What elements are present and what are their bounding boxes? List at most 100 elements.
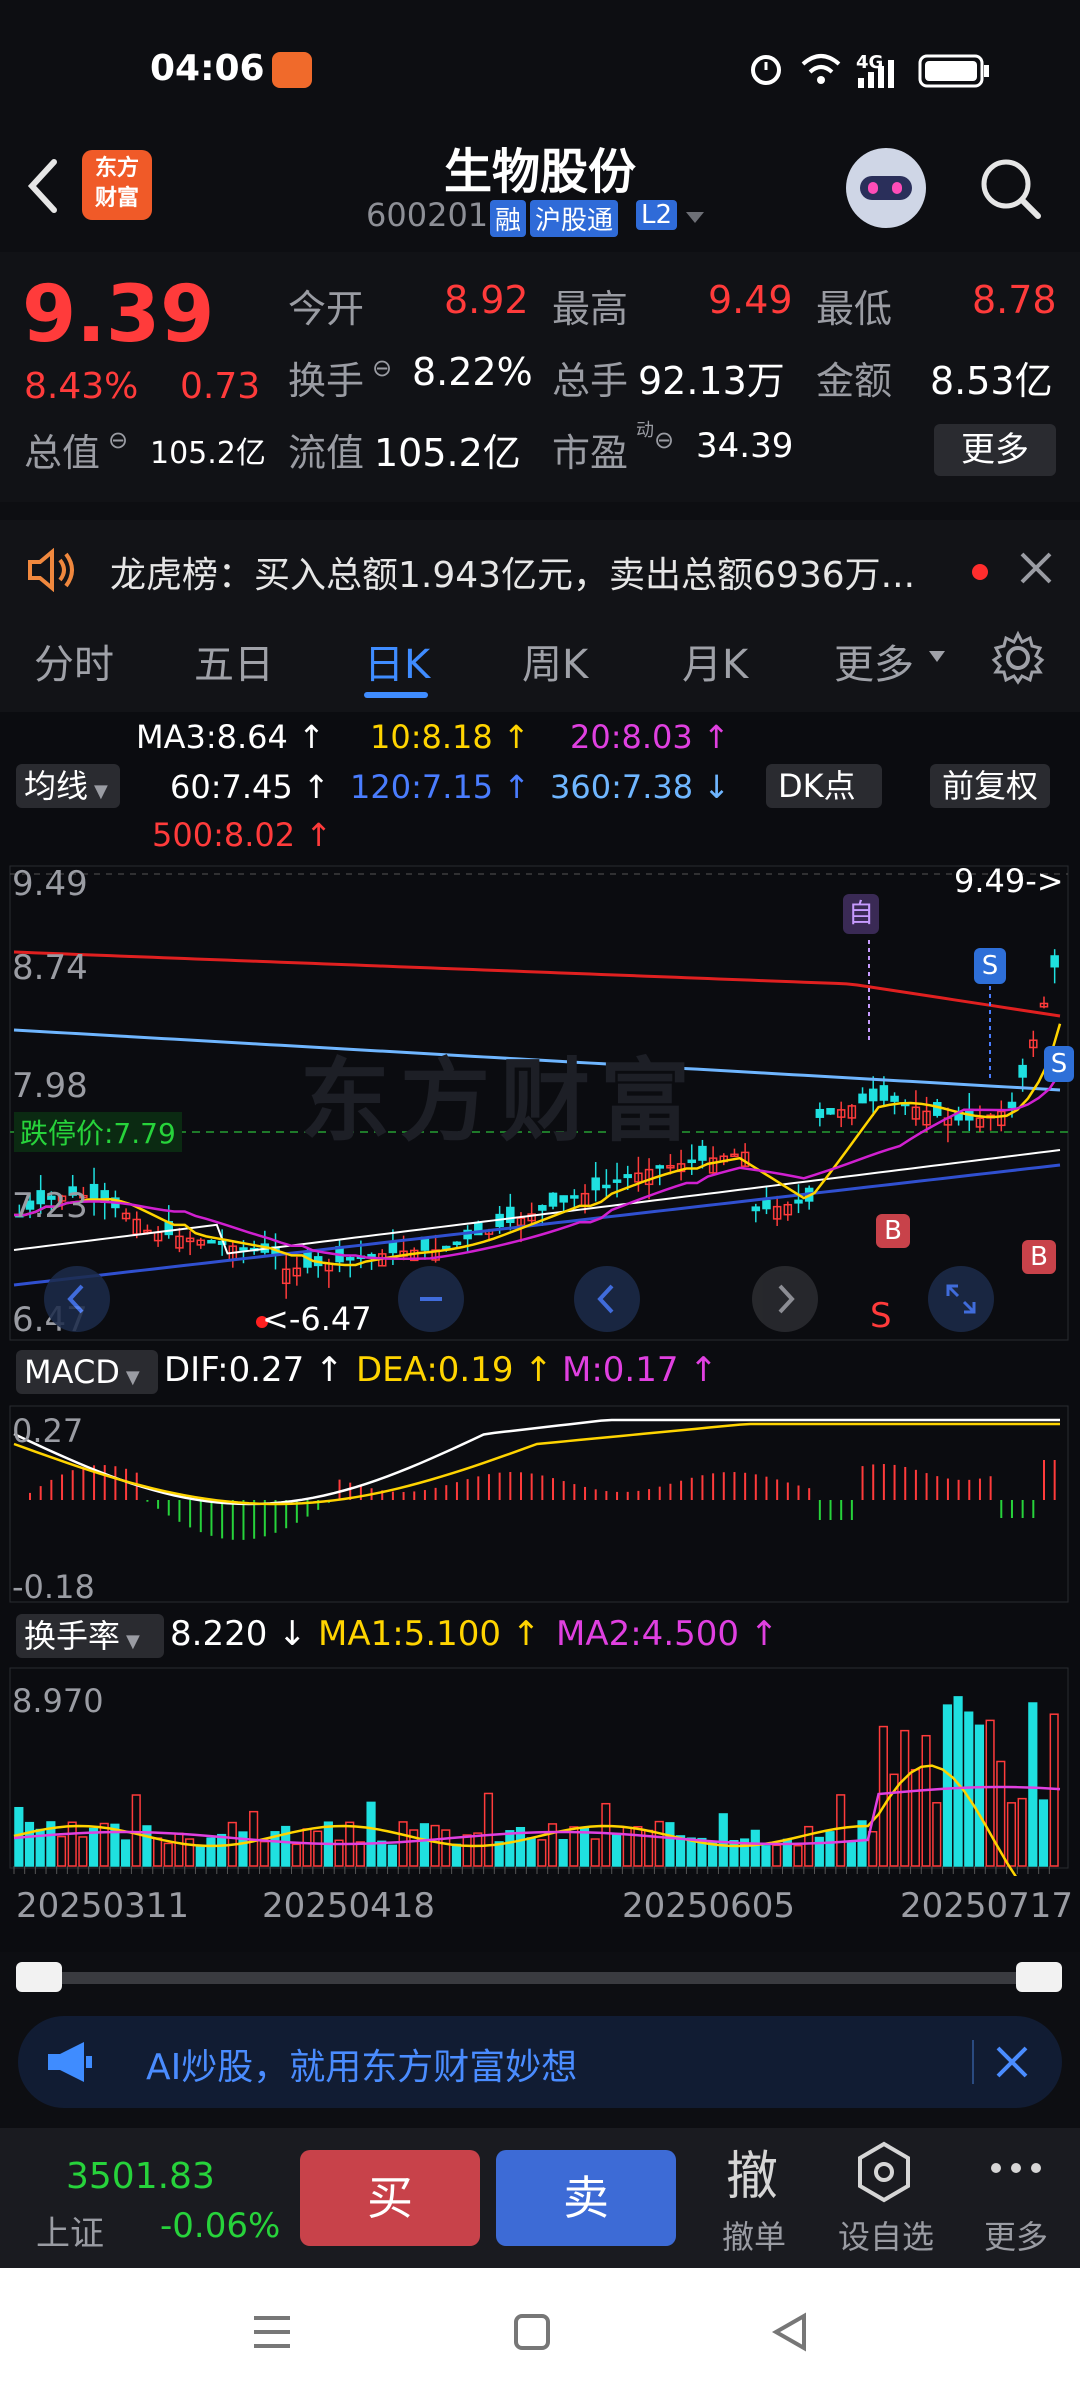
- turnover-bar: [505, 1830, 515, 1867]
- index-value: 3501.83: [66, 2156, 215, 2197]
- prev-button[interactable]: [574, 1266, 640, 1332]
- candle-body: [687, 1159, 697, 1164]
- turnover-bar: [836, 1794, 846, 1867]
- tab-weekly-k[interactable]: 周K: [522, 632, 588, 690]
- price-axis-label: 7.98: [12, 1066, 88, 1106]
- turnover-chart[interactable]: [0, 1666, 1080, 1876]
- amount-value: 8.53亿: [930, 359, 1053, 403]
- next-button[interactable]: [752, 1266, 818, 1332]
- turnover-bar: [974, 1724, 985, 1867]
- date-label: 20250605: [622, 1886, 796, 1926]
- info-icon[interactable]: ⊖: [108, 426, 128, 454]
- signal-icon: [858, 60, 894, 88]
- ma500-value: 500:8.02 ↑: [152, 816, 333, 854]
- buy-signal-badge[interactable]: B: [1022, 1240, 1056, 1274]
- macd-selector[interactable]: MACD ▼: [16, 1350, 158, 1394]
- turnover-rate: 8.220 ↓: [170, 1614, 307, 1654]
- turnover-bar: [910, 1768, 920, 1867]
- ma-selector[interactable]: 均线 ▼: [16, 764, 120, 808]
- tab-intraday[interactable]: 分时: [34, 632, 114, 690]
- home-icon[interactable]: [512, 2312, 552, 2352]
- candle-body: [602, 1184, 611, 1189]
- sell-button[interactable]: 卖: [496, 2150, 676, 2246]
- tab-monthly-k[interactable]: 月K: [682, 632, 748, 690]
- back-nav-icon[interactable]: [770, 2312, 810, 2352]
- self-select-badge[interactable]: 自: [843, 894, 879, 934]
- chevron-down-icon: [929, 651, 945, 662]
- amount-label: 金额: [816, 359, 893, 403]
- turnover-bar: [558, 1839, 568, 1867]
- turnover-bar: [932, 1802, 942, 1867]
- range-slider-right-handle[interactable]: [1016, 1962, 1062, 1992]
- tab-more[interactable]: 更多: [834, 632, 914, 690]
- sell-signal-badge[interactable]: S: [1044, 1046, 1074, 1082]
- range-slider-left-handle[interactable]: [16, 1962, 62, 1992]
- search-icon[interactable]: [976, 154, 1046, 224]
- candle-body: [559, 1195, 568, 1203]
- chevron-down-icon: ▼: [94, 781, 108, 802]
- menu-icon[interactable]: [252, 2312, 292, 2352]
- macd-dif: DIF:0.27 ↑: [164, 1350, 344, 1390]
- scroll-left-button[interactable]: [44, 1266, 110, 1332]
- candle-body: [239, 1247, 248, 1251]
- more-button[interactable]: 更多: [934, 424, 1056, 476]
- turnover-bar: [483, 1792, 494, 1867]
- range-slider-track[interactable]: [18, 1972, 1060, 1984]
- turnover-bar: [78, 1836, 88, 1867]
- turnover-bar: [355, 1841, 365, 1867]
- candle-body: [548, 1192, 558, 1207]
- candle-body: [933, 1102, 942, 1116]
- turnover-ma1: MA1:5.100 ↑: [318, 1614, 541, 1654]
- candle-body: [207, 1240, 216, 1244]
- close-icon[interactable]: [994, 2044, 1030, 2080]
- notice-bar[interactable]: 龙虎榜：买入总额1.943亿元，卖出总额6936万...: [0, 520, 1080, 616]
- sell-signal-badge[interactable]: S: [974, 948, 1006, 984]
- turnover-bar: [1006, 1802, 1017, 1867]
- high-marker: 9.49->: [954, 862, 1064, 900]
- cancel-label: 撤单: [722, 2218, 787, 2256]
- turnover-bar: [206, 1837, 216, 1867]
- candle-body: [815, 1108, 825, 1118]
- buy-button[interactable]: 买: [300, 2150, 480, 2246]
- turnover-axis-top: 8.970: [12, 1682, 104, 1720]
- close-icon[interactable]: [1018, 550, 1054, 586]
- gear-icon[interactable]: [990, 630, 1046, 686]
- assistant-avatar[interactable]: [846, 148, 926, 228]
- info-icon[interactable]: ⊖: [372, 354, 392, 382]
- buy-signal-badge[interactable]: B: [876, 1214, 910, 1248]
- ad-text: AI炒股，就用东方财富妙想: [146, 2047, 578, 2088]
- pe-sup: 动: [636, 420, 654, 441]
- fullscreen-button[interactable]: [928, 1266, 994, 1332]
- candle-body: [762, 1199, 771, 1210]
- tab-five-day[interactable]: 五日: [194, 632, 274, 690]
- dk-button[interactable]: DK点: [766, 764, 882, 808]
- turnover-selector-label: 换手率: [24, 1617, 121, 1655]
- zoom-out-button[interactable]: [398, 1266, 464, 1332]
- status-time: 04:06: [150, 48, 265, 89]
- dropdown-icon[interactable]: [684, 210, 706, 226]
- turnover-bar: [430, 1824, 440, 1867]
- more-menu-button[interactable]: 更多: [966, 2128, 1070, 2268]
- cancel-order-button[interactable]: 撤 撤单: [704, 2128, 808, 2268]
- low-value: 8.78: [972, 278, 1057, 322]
- turnover-bar: [120, 1839, 131, 1867]
- notice-text: 龙虎榜：买入总额1.943亿元，卖出总额6936万...: [110, 555, 916, 596]
- turnover-bar: [526, 1837, 536, 1867]
- macd-chart[interactable]: [0, 1404, 1080, 1604]
- info-icon[interactable]: ⊖: [654, 426, 674, 454]
- turnover-bar: [654, 1820, 664, 1867]
- turnover-bar: [942, 1704, 953, 1867]
- signal-letter: S: [870, 1296, 892, 1336]
- adjust-button[interactable]: 前复权: [930, 764, 1051, 808]
- turnover-bar: [900, 1729, 910, 1867]
- watermark: 东方财富: [300, 1049, 700, 1154]
- tab-daily-k[interactable]: 日K: [364, 632, 430, 690]
- minus-icon: [420, 1297, 442, 1301]
- ai-ad-banner[interactable]: AI炒股，就用东方财富妙想: [18, 2016, 1062, 2108]
- megaphone-icon: [48, 2042, 92, 2082]
- turnover-selector[interactable]: 换手率 ▼: [16, 1614, 164, 1658]
- add-watchlist-button[interactable]: 设自选: [830, 2128, 940, 2268]
- more-dots-icon: [991, 2163, 1041, 2173]
- candle-body: [890, 1095, 899, 1102]
- turnover-bar: [1017, 1797, 1027, 1867]
